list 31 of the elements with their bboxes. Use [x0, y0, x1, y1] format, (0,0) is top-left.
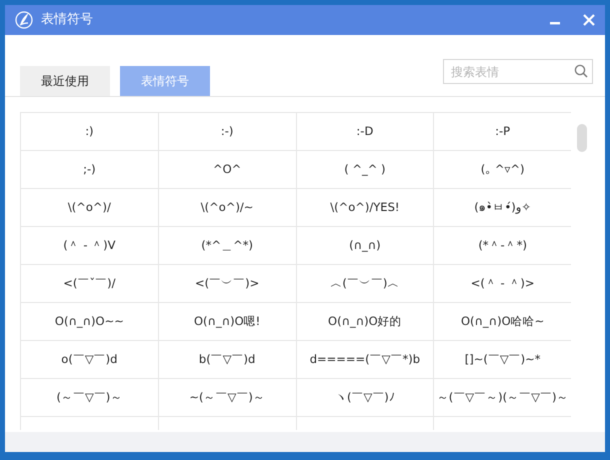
emoticon-cell[interactable]: ヽ(￣▽￣)ﾉ — [296, 378, 434, 416]
emoticon-cell[interactable]: \(^o^)/~ — [158, 188, 296, 226]
emoticon-cell[interactable]: (∩_∩) — [296, 226, 434, 264]
app-logo-icon — [15, 11, 33, 29]
search-field[interactable]: 搜索表情 — [443, 59, 593, 84]
emoticon-cell[interactable]: o(￣▽￣)d — [20, 340, 158, 378]
emoticon-cell[interactable]: O(∩_∩)O嗯! — [158, 302, 296, 340]
emoticon-cell[interactable]: (＾ - ＾)V — [20, 226, 158, 264]
emoticon-cell[interactable]: \(^o^)/YES! — [296, 188, 434, 226]
window-title: 表情符号 — [41, 11, 94, 30]
emoticon-cell[interactable]: b(￣▽￣)d — [158, 340, 296, 378]
emoticon-cell[interactable]: (*^＿^*) — [158, 226, 296, 264]
emoticon-cell[interactable]: (～￣▽￣)～ — [20, 378, 158, 416]
emoticon-cell[interactable]: <(￣ˇ￣)/ — [20, 264, 158, 302]
emoticon-cell[interactable]: ︿(￣︶￣)︿ — [296, 264, 434, 302]
emoticon-cell[interactable]: :-) — [158, 112, 296, 150]
emoticon-cell[interactable]: <(￣︶￣)> — [158, 264, 296, 302]
emoticon-cell[interactable]: \(^o^)/ — [20, 188, 158, 226]
emoticon-cell[interactable]: ;-) — [20, 150, 158, 188]
search-icon[interactable] — [574, 64, 588, 78]
close-icon[interactable] — [583, 14, 595, 26]
emoticon-cell[interactable]: O(∩_∩)O~~ — [20, 302, 158, 340]
tab[interactable]: 最近使用 — [20, 66, 110, 96]
emoticon-cell[interactable]: ^O^ — [158, 150, 296, 188]
emoticon-cell[interactable]: ( ^_^ ) — [296, 150, 434, 188]
emoticon-cell[interactable]: d=====(￣▽￣*)b — [296, 340, 434, 378]
emoticon-cell[interactable]: :) — [20, 112, 158, 150]
emoticon-cell[interactable]: :-P — [434, 112, 571, 150]
emoticon-cell[interactable]: :-D — [296, 112, 434, 150]
emoticon-cell[interactable]: ~(～￣▽￣)～ — [158, 378, 296, 416]
emoticon-cell[interactable]: O(∩_∩)O好的 — [296, 302, 434, 340]
